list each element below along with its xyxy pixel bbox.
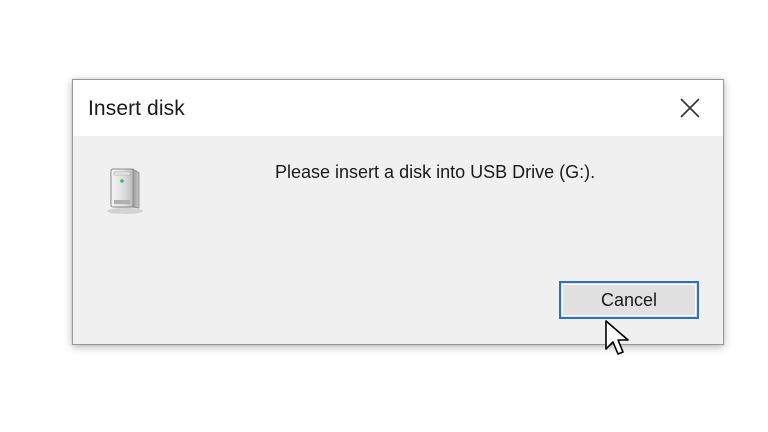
mouse-pointer-icon [604, 320, 634, 360]
close-icon [680, 98, 700, 118]
dialog-titlebar[interactable]: Insert disk [73, 80, 723, 136]
cancel-button[interactable]: Cancel [559, 281, 699, 319]
dialog-title: Insert disk [88, 97, 185, 120]
desktop-background: Insert disk Please insert a disk into US… [0, 0, 768, 432]
close-button[interactable] [659, 80, 723, 136]
dialog-message: Please insert a disk into USB Drive (G:)… [275, 162, 596, 182]
insert-disk-dialog: Insert disk Please insert a disk into US… [72, 79, 724, 345]
usb-drive-icon [103, 164, 149, 216]
